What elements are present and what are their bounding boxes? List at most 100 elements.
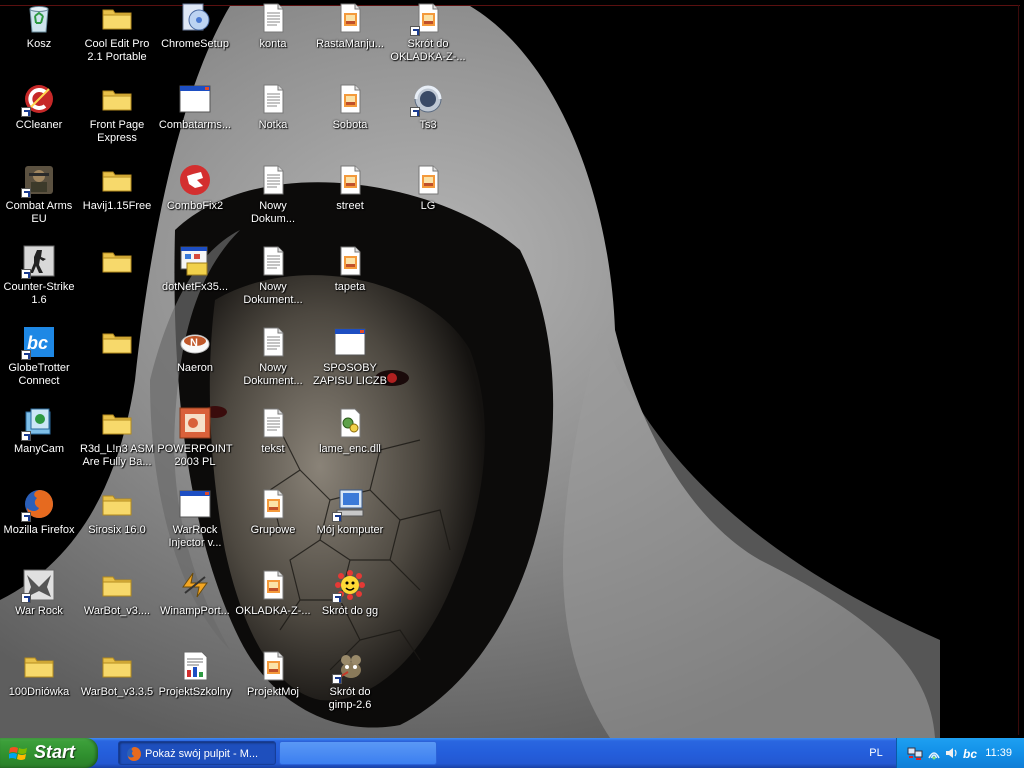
desktop-icon[interactable]: Combatarms...	[156, 83, 234, 161]
svg-text:N: N	[190, 337, 198, 349]
desktop-icon[interactable]: Havij1.15Free	[78, 164, 156, 242]
manycam-icon	[21, 407, 55, 441]
desktop-icon[interactable]: ProjektSzkolny	[156, 650, 234, 728]
desktop-icon[interactable]: WinampPort...	[156, 569, 234, 647]
shortcut-arrow-icon	[410, 107, 420, 117]
clock[interactable]: 11:39	[985, 738, 1012, 768]
ccleaner-icon	[21, 83, 55, 117]
desktop-icon[interactable]: lame_enc.dll	[311, 407, 389, 485]
shortcut-arrow-icon	[21, 431, 31, 441]
desktop-icon[interactable]: Notka	[234, 83, 312, 161]
desktop-icon[interactable]: ManyCam	[0, 407, 78, 485]
volume-icon[interactable]	[945, 746, 959, 760]
desktop-icon[interactable]: street	[311, 164, 389, 242]
windows-logo-icon	[9, 747, 27, 760]
desktop-icon[interactable]: OKLADKA-Z-...	[234, 569, 312, 647]
firefox-icon	[127, 747, 141, 761]
desktop-icon[interactable]: WarBot_v3.3.5	[78, 650, 156, 728]
image-document-icon	[257, 569, 289, 601]
desktop-icon[interactable]: Skrót do gg	[311, 569, 389, 647]
desktop-icon[interactable]: Combat Arms EU	[0, 164, 78, 242]
desktop-icon[interactable]: LG	[389, 164, 467, 242]
start-button[interactable]: Start	[0, 738, 98, 768]
counter-strike-icon	[21, 245, 55, 279]
shortcut-arrow-icon	[21, 593, 31, 603]
text-document-icon	[257, 83, 289, 115]
desktop-icon-label: Notka	[258, 119, 288, 131]
svg-text:bc: bc	[963, 747, 977, 760]
network-icon[interactable]	[907, 746, 923, 760]
folder-icon	[101, 326, 133, 358]
desktop-icon[interactable]: Sirosix 16.0	[78, 488, 156, 566]
taskbar-button-empty[interactable]	[279, 741, 437, 765]
desktop-icon-label: R3d_L!n3 ASM Are Fully Ba...	[80, 443, 154, 468]
wireless-icon[interactable]	[927, 746, 941, 760]
desktop-icon-label: Skrót do OKLADKA-Z-...	[390, 38, 466, 63]
desktop-icon[interactable]: bc GlobeTrotter Connect	[0, 326, 78, 404]
desktop-icon-label: Sirosix 16.0	[88, 524, 146, 536]
war-rock-icon	[21, 569, 55, 603]
desktop-icon-label: Mozilla Firefox	[3, 524, 75, 536]
taskbar-button-firefox[interactable]: Pokaż swój pulpit - M...	[118, 741, 276, 765]
desktop-icon-label: ComboFix2	[166, 200, 224, 212]
firefox-icon	[21, 488, 55, 522]
desktop-icon[interactable]: Counter-Strike 1.6	[0, 245, 78, 323]
desktop-icon[interactable]: War Rock	[0, 569, 78, 647]
desktop-icon[interactable]: Cool Edit Pro 2.1 Portable	[78, 2, 156, 80]
desktop-icon[interactable]: dotNetFx35...	[156, 245, 234, 323]
desktop-icon-label: street	[336, 200, 364, 212]
desktop-icon-label: WarRock Injector v...	[168, 524, 222, 549]
shortcut-arrow-icon	[332, 593, 342, 603]
desktop-icon[interactable]: Ts3	[389, 83, 467, 161]
desktop-icon[interactable]: ComboFix2	[156, 164, 234, 242]
desktop-icon[interactable]: ChromeSetup	[156, 2, 234, 80]
desktop-icon[interactable]: Sobota	[311, 83, 389, 161]
desktop-icon[interactable]: POWERPOINT 2003 PL	[156, 407, 234, 485]
desktop-icon[interactable]: Mozilla Firefox	[0, 488, 78, 566]
desktop-icon[interactable]: tekst	[234, 407, 312, 485]
image-document-icon	[334, 164, 366, 196]
desktop-icon[interactable]: Kosz	[0, 2, 78, 80]
folder-icon	[101, 407, 133, 439]
folder-icon	[101, 245, 133, 277]
image-document-icon	[410, 2, 444, 36]
desktop-icon[interactable]: Skrót do gimp-2.6	[311, 650, 389, 728]
desktop-icon[interactable]: WarRock Injector v...	[156, 488, 234, 566]
system-tray: bc 11:39	[896, 738, 1024, 768]
desktop-icon[interactable]: Skrót do OKLADKA-Z-...	[389, 2, 467, 80]
gadu-gadu-icon	[332, 569, 366, 603]
gimp-icon	[332, 650, 366, 684]
text-document-icon	[257, 2, 289, 34]
desktop-icon-label: Sobota	[332, 119, 368, 131]
desktop-icon[interactable]: R3d_L!n3 ASM Are Fully Ba...	[78, 407, 156, 485]
desktop-icon-label: Combat Arms EU	[5, 200, 73, 225]
image-document-icon	[334, 83, 366, 115]
desktop-icon[interactable]: konta	[234, 2, 312, 80]
desktop-icon[interactable]: CCleaner	[0, 83, 78, 161]
desktop-icon[interactable]: tapeta	[311, 245, 389, 323]
globetrotter-tray-icon[interactable]: bc	[963, 746, 981, 760]
application-window-icon	[334, 326, 366, 358]
desktop-icon-label: Naeron	[176, 362, 214, 374]
desktop-icon-label: GlobeTrotter Connect	[8, 362, 70, 387]
desktop-icon-label: RastaManju...	[316, 38, 384, 50]
desktop-icon[interactable]: RastaManju...	[311, 2, 389, 80]
desktop-icon[interactable]	[78, 326, 156, 404]
desktop-icon[interactable]: Front Page Express	[78, 83, 156, 161]
desktop-icon-label: konta	[259, 38, 287, 50]
desktop-icon[interactable]	[78, 245, 156, 323]
desktop-icon[interactable]: Nowy Dokum...	[234, 164, 312, 242]
desktop-icon[interactable]: WarBot_v3....	[78, 569, 156, 647]
desktop-icon[interactable]: Mój komputer	[311, 488, 389, 566]
desktop-icon[interactable]: Nowy Dokument...	[234, 326, 312, 404]
globetrotter-icon: bc	[21, 326, 55, 360]
desktop-icon[interactable]: Grupowe	[234, 488, 312, 566]
text-document-icon	[257, 164, 289, 196]
desktop-icon[interactable]: N Naeron	[156, 326, 234, 404]
desktop-icon[interactable]: Nowy Dokument...	[234, 245, 312, 323]
language-indicator[interactable]: PL	[862, 741, 890, 765]
desktop[interactable]: Kosz CCleaner Combat Arms EU Counter-Strike…	[0, 0, 1024, 738]
desktop-icon[interactable]: 100Dniówka	[0, 650, 78, 728]
desktop-icon[interactable]: ProjektMoj	[234, 650, 312, 728]
desktop-icon[interactable]: SPOSOBY ZAPISU LICZB	[311, 326, 389, 404]
